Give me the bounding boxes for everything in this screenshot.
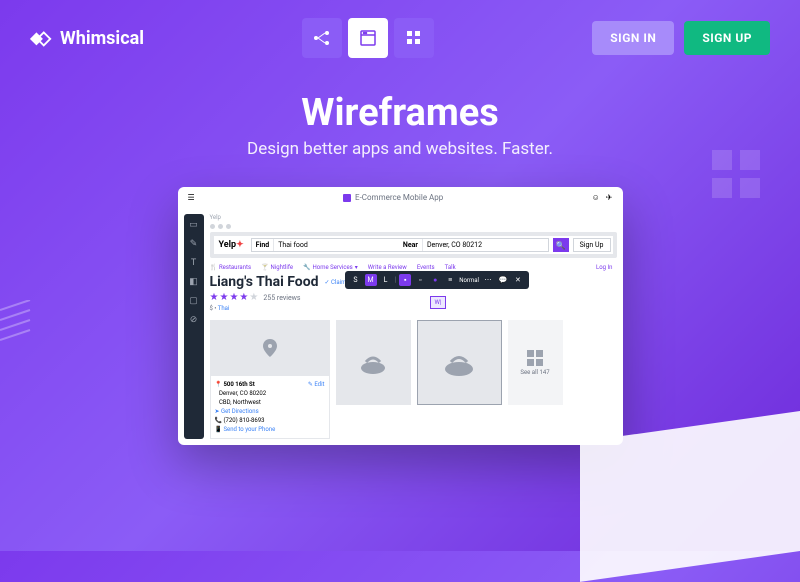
edit-link[interactable]: ✎ Edit [308,380,325,389]
pin-icon [263,339,277,357]
border-icon[interactable]: ▫ [414,274,426,286]
color-icon[interactable]: ● [429,274,441,286]
rating: ★★★★★ 255 reviews [210,292,617,303]
tool-sidebar: ▭ ✎ T ◧ ▢ ⊘ [184,214,204,439]
photo-thumb-selected[interactable] [417,320,502,405]
size-l[interactable]: L [380,274,392,286]
yelp-logo: Yelp✦ [216,240,247,250]
see-all-button[interactable]: See all 147 [508,320,563,405]
send-phone-link[interactable]: 📱 Send to your Phone [215,425,325,434]
size-s[interactable]: S [350,274,362,286]
photo-thumb[interactable] [336,320,411,405]
comment-icon[interactable]: ▢ [187,294,201,308]
link-icon[interactable]: ⊘ [187,313,201,327]
star-icon: ★ [210,292,219,303]
restaurant-name: Liang's Thai Food [210,274,319,290]
shape-icon[interactable]: ◧ [187,275,201,289]
close-icon[interactable]: ✕ [512,274,524,286]
directions-link[interactable]: ➤ Get Directions [215,407,325,416]
hero: Wireframes Design better apps and websit… [0,91,800,159]
sticky-notes-icon[interactable] [394,18,434,58]
chat-icon[interactable]: 💬 [497,274,509,286]
signup-button[interactable]: SIGN UP [684,21,770,55]
nav-review[interactable]: Write a Review [368,264,407,271]
phone: 📞 (720) 810-8693 [215,417,265,424]
nav-talk[interactable]: Talk [445,264,456,271]
near-input[interactable]: Denver, CO 80212 [423,239,548,251]
text-selection[interactable]: W| [430,296,447,309]
more-icon[interactable]: ⋯ [482,274,494,286]
menu-icon[interactable]: ☰ [188,193,195,202]
hero-title: Wireframes [0,91,800,135]
doc-title: E-Commerce Mobile App [355,193,443,202]
food-icon [358,348,388,378]
wireframe-icon[interactable] [348,18,388,58]
map-placeholder[interactable] [210,320,330,375]
wireframe-preview: ☰ E-Commerce Mobile App ☺ ✈ ▭ ✎ T ◧ ▢ ⊘ Y… [178,187,623,445]
cursor-icon[interactable]: ▭ [187,218,201,232]
search-bar: Find Thai food Near Denver, CO 80212 [251,238,549,252]
size-m[interactable]: M [365,274,377,286]
hero-subtitle: Design better apps and websites. Faster. [0,139,800,159]
nav-home[interactable]: 🔧 Home Services ▾ [303,264,358,271]
address-block: ✎ Edit 📍 500 16th St Denver, CO 80202 CB… [210,375,330,439]
product-switcher [302,18,434,58]
weight-normal[interactable]: Normal [459,277,479,284]
brand-logo[interactable]: Whimsical [30,27,144,49]
login-link[interactable]: Log In [592,261,616,274]
yelp-signup[interactable]: Sign Up [573,238,611,252]
nav-restaurants[interactable]: 🍴 Restaurants [210,264,252,271]
text-icon[interactable]: T [187,256,201,270]
review-count: 255 reviews [263,294,300,302]
top-nav: Whimsical SIGN IN SIGN UP [0,0,800,76]
signin-button[interactable]: SIGN IN [592,21,674,55]
food-icon [442,346,476,380]
pen-icon[interactable]: ✎ [187,237,201,251]
user-icon[interactable]: ☺ [592,193,600,202]
whimsical-icon [30,27,52,49]
find-input[interactable]: Thai food [274,239,399,251]
align-icon[interactable]: ≡ [444,274,456,286]
flowchart-icon[interactable] [302,18,342,58]
send-icon[interactable]: ✈ [606,193,613,202]
doc-icon [343,194,351,202]
nav-events[interactable]: Events [417,264,435,271]
search-button[interactable]: 🔍 [553,238,569,252]
fill-icon[interactable]: ▪ [399,274,411,286]
category-link[interactable]: Thai [218,305,230,312]
nav-nightlife[interactable]: 🍸 Nightlife [261,264,293,271]
grid-icon [527,350,543,366]
floating-toolbar: S M L | ▪ ▫ ● ≡ Normal ⋯ 💬 ✕ [345,271,529,289]
